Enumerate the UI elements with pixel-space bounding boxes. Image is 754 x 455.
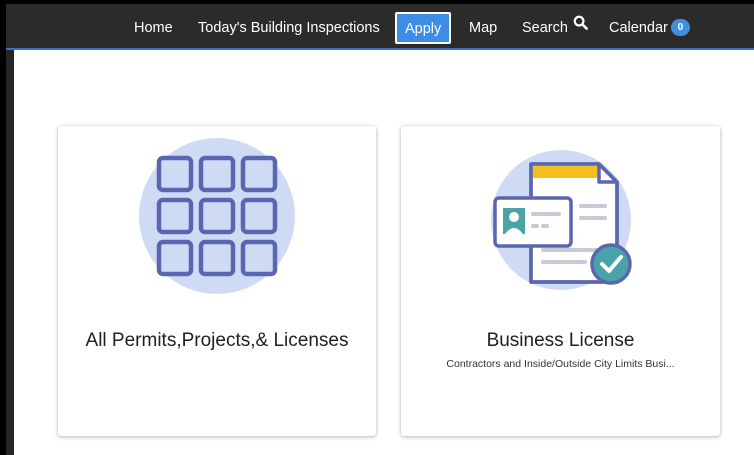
grid-icon (137, 136, 297, 301)
nav-search[interactable]: Search (522, 4, 588, 48)
nav-apply[interactable]: Apply (395, 12, 452, 44)
card-all-permits[interactable]: All Permits,Projects,& Licenses (58, 126, 376, 436)
app-frame: Home Today's Building Inspections Apply … (6, 4, 754, 455)
calendar-count-badge: 0 (670, 18, 690, 36)
nav-search-label: Search (522, 20, 568, 36)
business-license-icon (481, 136, 641, 301)
main-content: All Permits,Projects,& Licenses Business… (14, 50, 754, 455)
card-subtitle: Contractors and Inside/Outside City Limi… (446, 358, 675, 370)
top-navbar: Home Today's Building Inspections Apply … (6, 4, 754, 50)
nav-todays-inspections[interactable]: Today's Building Inspections (198, 4, 380, 48)
nav-home[interactable]: Home (134, 4, 173, 48)
nav-map[interactable]: Map (469, 4, 497, 48)
search-icon (573, 4, 588, 50)
card-title: Business License (486, 330, 635, 351)
nav-calendar-label: Calendar (609, 20, 668, 36)
card-title: All Permits,Projects,& Licenses (85, 330, 349, 351)
nav-calendar[interactable]: Calendar 0 (609, 4, 690, 48)
card-business-license[interactable]: Business License Contractors and Inside/… (401, 126, 720, 436)
